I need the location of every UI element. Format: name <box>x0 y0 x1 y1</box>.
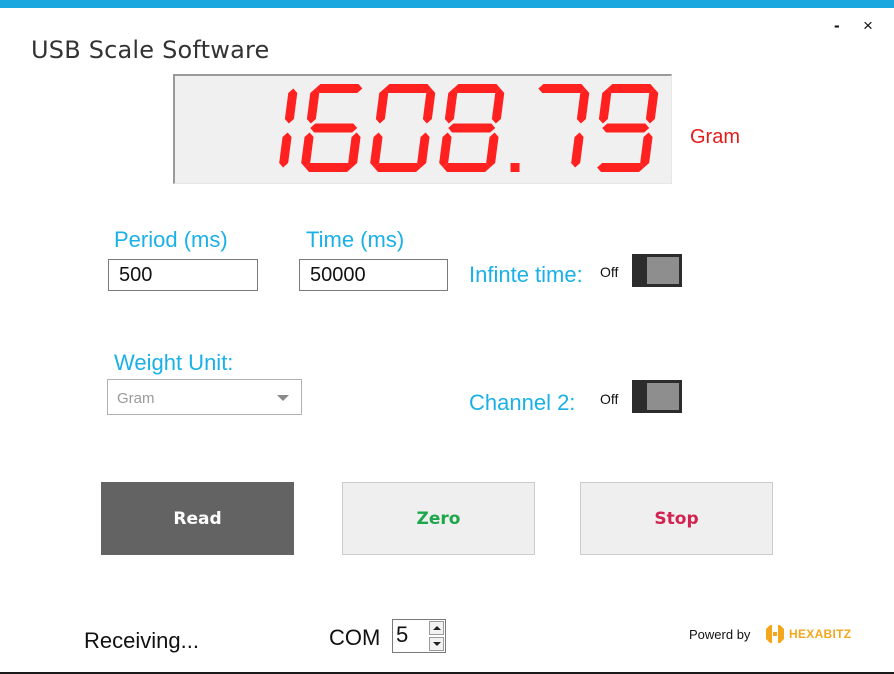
segment-d <box>443 163 491 172</box>
segment-g <box>310 123 358 133</box>
period-label: Period (ms) <box>114 227 228 252</box>
infinite-time-toggle[interactable] <box>632 254 682 287</box>
weight-unit-value: Gram <box>117 390 155 407</box>
display-unit-label: Gram <box>690 126 740 148</box>
time-input[interactable]: 50000 <box>299 259 448 291</box>
segment-a <box>453 84 501 93</box>
dropdown-caret-icon <box>277 395 289 401</box>
segment-g <box>602 123 650 133</box>
segment-f <box>598 88 612 124</box>
infinite-time-label: Infinte time: <box>469 262 583 287</box>
app-title: USB Scale Software <box>31 36 270 64</box>
com-label: COM <box>329 625 381 650</box>
segment-c <box>486 132 499 168</box>
toggle-knob <box>647 257 679 284</box>
zero-button[interactable]: Zero <box>342 482 535 555</box>
decimal-point-segment <box>510 163 520 172</box>
brand-name: HEXABITZ <box>789 627 852 641</box>
segment-b <box>576 88 590 124</box>
minimize-icon[interactable]: - <box>834 16 840 36</box>
hexabitz-logo-icon <box>766 625 784 643</box>
powered-by-label: Powerd by <box>689 627 751 642</box>
segment-f <box>444 88 458 124</box>
seven-segment-readout <box>279 84 659 172</box>
segment-c <box>571 132 584 168</box>
spin-buttons <box>429 621 444 651</box>
channel2-toggle[interactable] <box>632 380 682 413</box>
segment-b <box>284 88 298 124</box>
channel2-state: Off <box>600 391 619 407</box>
com-port-value[interactable]: 5 <box>396 622 408 648</box>
close-icon[interactable]: × <box>863 16 873 36</box>
spin-up-icon[interactable] <box>429 621 444 635</box>
segment-c <box>279 132 292 168</box>
segment-b <box>422 88 436 124</box>
spin-down-icon[interactable] <box>429 637 444 651</box>
stop-button[interactable]: Stop <box>580 482 773 555</box>
weight-display <box>173 74 672 184</box>
toggle-knob <box>647 383 679 410</box>
segment-d <box>305 163 353 172</box>
segment-c <box>348 132 361 168</box>
weight-unit-label: Weight Unit: <box>114 350 234 375</box>
title-bar-accent <box>0 0 894 8</box>
com-port-stepper[interactable]: 5 <box>392 619 446 653</box>
channel2-label: Channel 2: <box>469 390 576 415</box>
segment-a <box>384 84 432 93</box>
segment-b <box>645 88 659 124</box>
segment-f <box>306 88 320 124</box>
infinite-time-state: Off <box>600 264 619 280</box>
time-label: Time (ms) <box>306 227 405 252</box>
read-button[interactable]: Read <box>101 482 294 555</box>
segment-g <box>448 123 496 133</box>
period-input[interactable]: 500 <box>108 259 258 291</box>
segment-b <box>491 88 505 124</box>
segment-a <box>607 84 655 93</box>
segment-d <box>597 163 645 172</box>
status-text: Receiving... <box>84 628 199 653</box>
app-window: USB Scale Software - × Gram Period (ms) … <box>0 0 894 674</box>
segment-e <box>370 132 383 168</box>
segment-f <box>375 88 389 124</box>
segment-e <box>439 132 452 168</box>
segment-c <box>640 132 653 168</box>
segment-d <box>374 163 422 172</box>
segment-e <box>301 132 314 168</box>
segment-a <box>538 84 586 93</box>
weight-unit-dropdown[interactable]: Gram <box>107 379 302 415</box>
segment-c <box>417 132 430 168</box>
segment-a <box>315 84 363 93</box>
